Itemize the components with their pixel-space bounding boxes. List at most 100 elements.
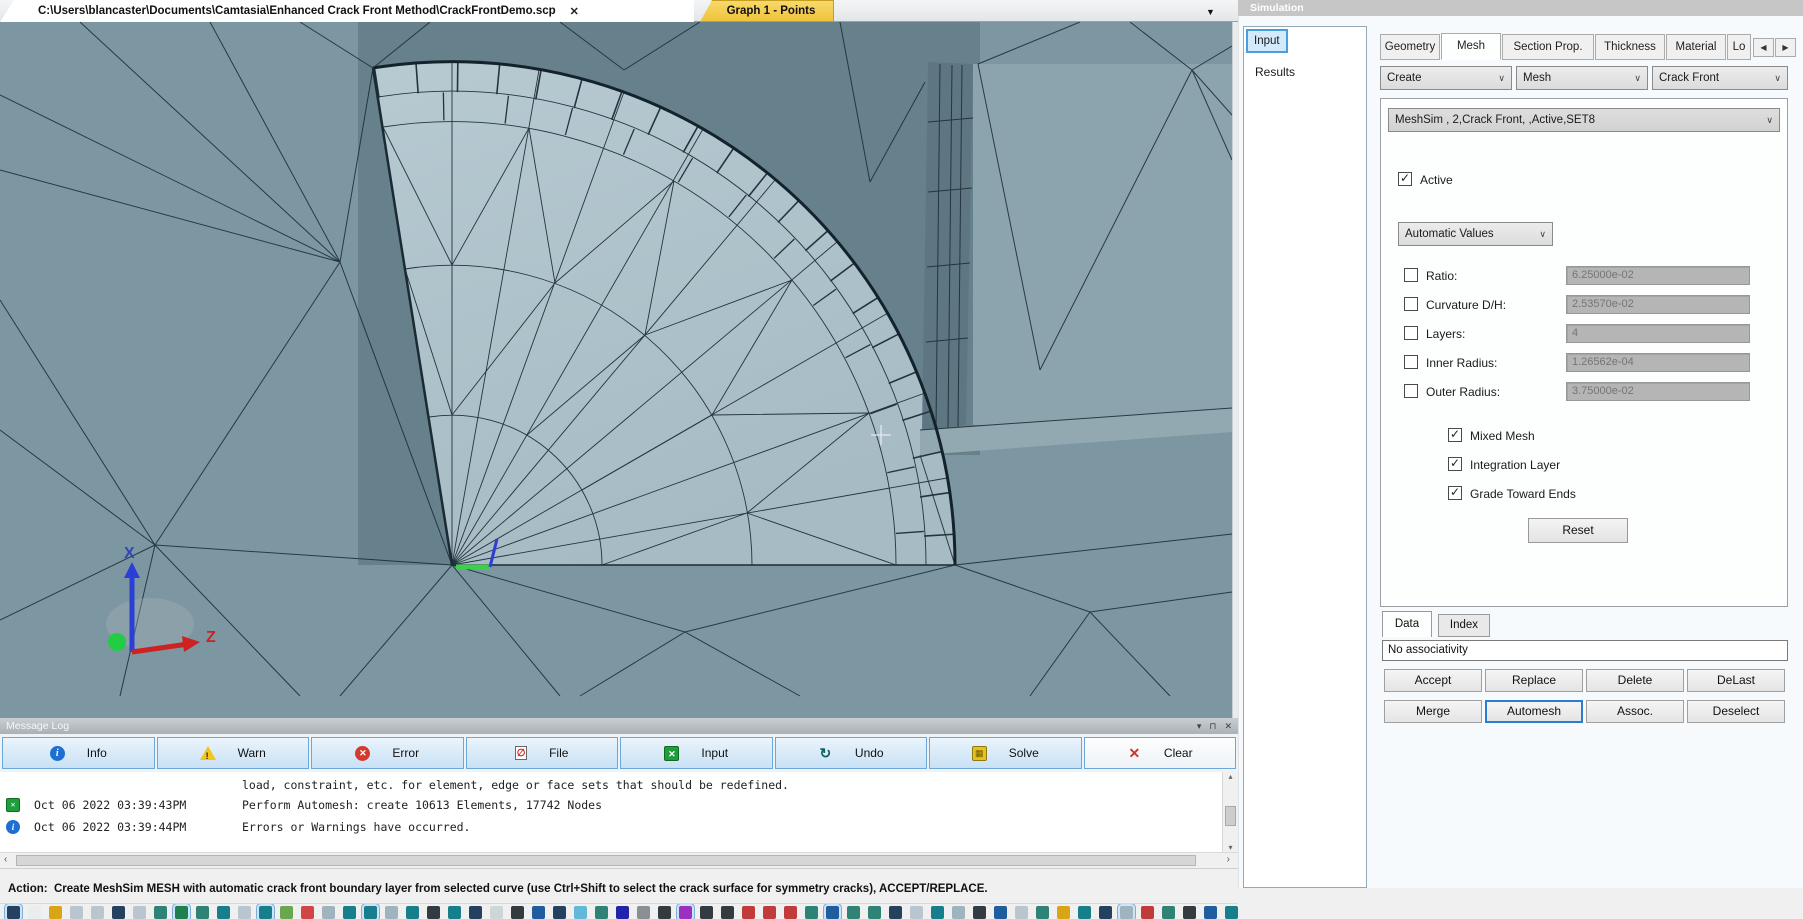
toolbar-icon[interactable]	[259, 906, 272, 919]
toolbar-icon[interactable]	[70, 906, 83, 919]
toolbar-icon[interactable]	[868, 906, 881, 919]
tab-scroll-right-icon[interactable]: ▶	[1775, 38, 1796, 57]
toolbar-icon[interactable]	[931, 906, 944, 919]
tab-load-clipped[interactable]: Lo	[1727, 34, 1751, 60]
toolbar-icon[interactable]	[49, 906, 62, 919]
toolbar-icon[interactable]	[385, 906, 398, 919]
toolbar-icon[interactable]	[343, 906, 356, 919]
toolbar-icon[interactable]	[1036, 906, 1049, 919]
toolbar-icon[interactable]	[742, 906, 755, 919]
info-filter-button[interactable]: i Info	[2, 737, 155, 769]
curvature-checkbox[interactable]	[1404, 297, 1418, 311]
toolbar-icon[interactable]	[154, 906, 167, 919]
pin-icon[interactable]: ⊓	[1209, 721, 1216, 732]
toolbar-icon[interactable]	[322, 906, 335, 919]
toolbar-icon[interactable]	[637, 906, 650, 919]
close-icon[interactable]: ✕	[1224, 721, 1232, 732]
tab-file[interactable]: C:\Users\blancaster\Documents\Camtasia\E…	[0, 0, 694, 22]
toolbar-icon[interactable]	[196, 906, 209, 919]
toolbar-icon[interactable]	[700, 906, 713, 919]
toolbar-icon[interactable]	[973, 906, 986, 919]
toolbar-icon[interactable]	[595, 906, 608, 919]
toolbar-icon[interactable]	[1015, 906, 1028, 919]
tab-material[interactable]: Material	[1666, 34, 1726, 60]
toolbar-icon[interactable]	[490, 906, 503, 919]
inner-radius-checkbox[interactable]	[1404, 355, 1418, 369]
toolbar-icon[interactable]	[406, 906, 419, 919]
tab-overflow-arrow-icon[interactable]: ▼	[1206, 7, 1215, 17]
toolbar-icon[interactable]	[553, 906, 566, 919]
tab-close-icon[interactable]: ✕	[570, 5, 579, 18]
toolbar-icon[interactable]	[469, 906, 482, 919]
nav-item-results[interactable]: Results	[1246, 59, 1364, 87]
simulation-panel-title[interactable]: Simulation	[1238, 0, 1803, 16]
toolbar-icon[interactable]	[784, 906, 797, 919]
log-vertical-scrollbar[interactable]: ▴ ▾	[1222, 772, 1238, 852]
layers-checkbox[interactable]	[1404, 326, 1418, 340]
automesh-button[interactable]: Automesh	[1485, 700, 1583, 723]
scroll-right-icon[interactable]: ›	[1227, 854, 1230, 865]
toolbar-icon[interactable]	[1099, 906, 1112, 919]
warn-filter-button[interactable]: ! Warn	[157, 737, 310, 769]
toolbar-icon[interactable]	[721, 906, 734, 919]
layers-field[interactable]: 4	[1566, 324, 1750, 343]
clear-log-button[interactable]: ✕ Clear	[1084, 737, 1237, 769]
toolbar-icon[interactable]	[280, 906, 293, 919]
toolbar-icon[interactable]	[1078, 906, 1091, 919]
message-log-list[interactable]: load, constraint, etc. for element, edge…	[0, 772, 1222, 852]
input-filter-button[interactable]: ✕ Input	[620, 737, 773, 769]
toolbar-icon[interactable]	[7, 906, 20, 919]
integration-layer-checkbox[interactable]	[1448, 457, 1462, 471]
error-filter-button[interactable]: ✕ Error	[311, 737, 464, 769]
toolbar-icon[interactable]	[112, 906, 125, 919]
toolbar-icon[interactable]	[1162, 906, 1175, 919]
toolbar-icon[interactable]	[511, 906, 524, 919]
toolbar-icon[interactable]	[28, 906, 41, 919]
accept-button[interactable]: Accept	[1384, 669, 1482, 692]
toolbar-icon[interactable]	[658, 906, 671, 919]
toolbar-icon[interactable]	[889, 906, 902, 919]
target-select[interactable]: Mesh ∨	[1516, 66, 1648, 90]
delast-button[interactable]: DeLast	[1687, 669, 1785, 692]
toolbar-icon[interactable]	[994, 906, 1007, 919]
ratio-field[interactable]: 6.25000e-02	[1566, 266, 1750, 285]
toolbar-icon[interactable]	[175, 906, 188, 919]
solve-filter-button[interactable]: ▦ Solve	[929, 737, 1082, 769]
outer-radius-checkbox[interactable]	[1404, 384, 1418, 398]
mesh-set-select[interactable]: MeshSim , 2,Crack Front, ,Active,SET8 ∨	[1388, 108, 1780, 132]
delete-button[interactable]: Delete	[1586, 669, 1684, 692]
panel-menu-icon[interactable]: ▾	[1197, 721, 1202, 732]
tab-scroll-left-icon[interactable]: ◀	[1753, 38, 1774, 57]
scrollbar-thumb[interactable]	[16, 855, 1196, 866]
tab-section-prop[interactable]: Section Prop.	[1502, 34, 1594, 60]
toolbar-icon[interactable]	[679, 906, 692, 919]
toolbar-icon[interactable]	[1183, 906, 1196, 919]
nav-item-input[interactable]: Input	[1246, 29, 1288, 53]
toolbar-icon[interactable]	[133, 906, 146, 919]
toolbar-icon[interactable]	[448, 906, 461, 919]
grade-toward-ends-checkbox[interactable]	[1448, 486, 1462, 500]
tab-geometry[interactable]: Geometry	[1380, 34, 1440, 60]
values-mode-select[interactable]: Automatic Values ∨	[1398, 222, 1553, 246]
toolbar-icon[interactable]	[616, 906, 629, 919]
toolbar-icon[interactable]	[952, 906, 965, 919]
toolbar-icon[interactable]	[238, 906, 251, 919]
toolbar-icon[interactable]	[826, 906, 839, 919]
operation-select[interactable]: Create ∨	[1380, 66, 1512, 90]
toolbar-icon[interactable]	[427, 906, 440, 919]
merge-button[interactable]: Merge	[1384, 700, 1482, 723]
mixed-mesh-checkbox[interactable]	[1448, 428, 1462, 442]
toolbar-icon[interactable]	[574, 906, 587, 919]
scroll-left-icon[interactable]: ‹	[4, 854, 7, 865]
toolbar-icon[interactable]	[1141, 906, 1154, 919]
toolbar-icon[interactable]	[805, 906, 818, 919]
toolbar-icon[interactable]	[1120, 906, 1133, 919]
scroll-up-icon[interactable]: ▴	[1223, 772, 1238, 781]
reset-button[interactable]: Reset	[1528, 518, 1628, 543]
curvature-field[interactable]: 2.53570e-02	[1566, 295, 1750, 314]
entity-select[interactable]: Crack Front ∨	[1652, 66, 1788, 90]
toolbar-icon[interactable]	[301, 906, 314, 919]
model-viewport[interactable]: X Z	[0, 22, 1232, 718]
inner-radius-field[interactable]: 1.26562e-04	[1566, 353, 1750, 372]
toolbar-icon[interactable]	[763, 906, 776, 919]
